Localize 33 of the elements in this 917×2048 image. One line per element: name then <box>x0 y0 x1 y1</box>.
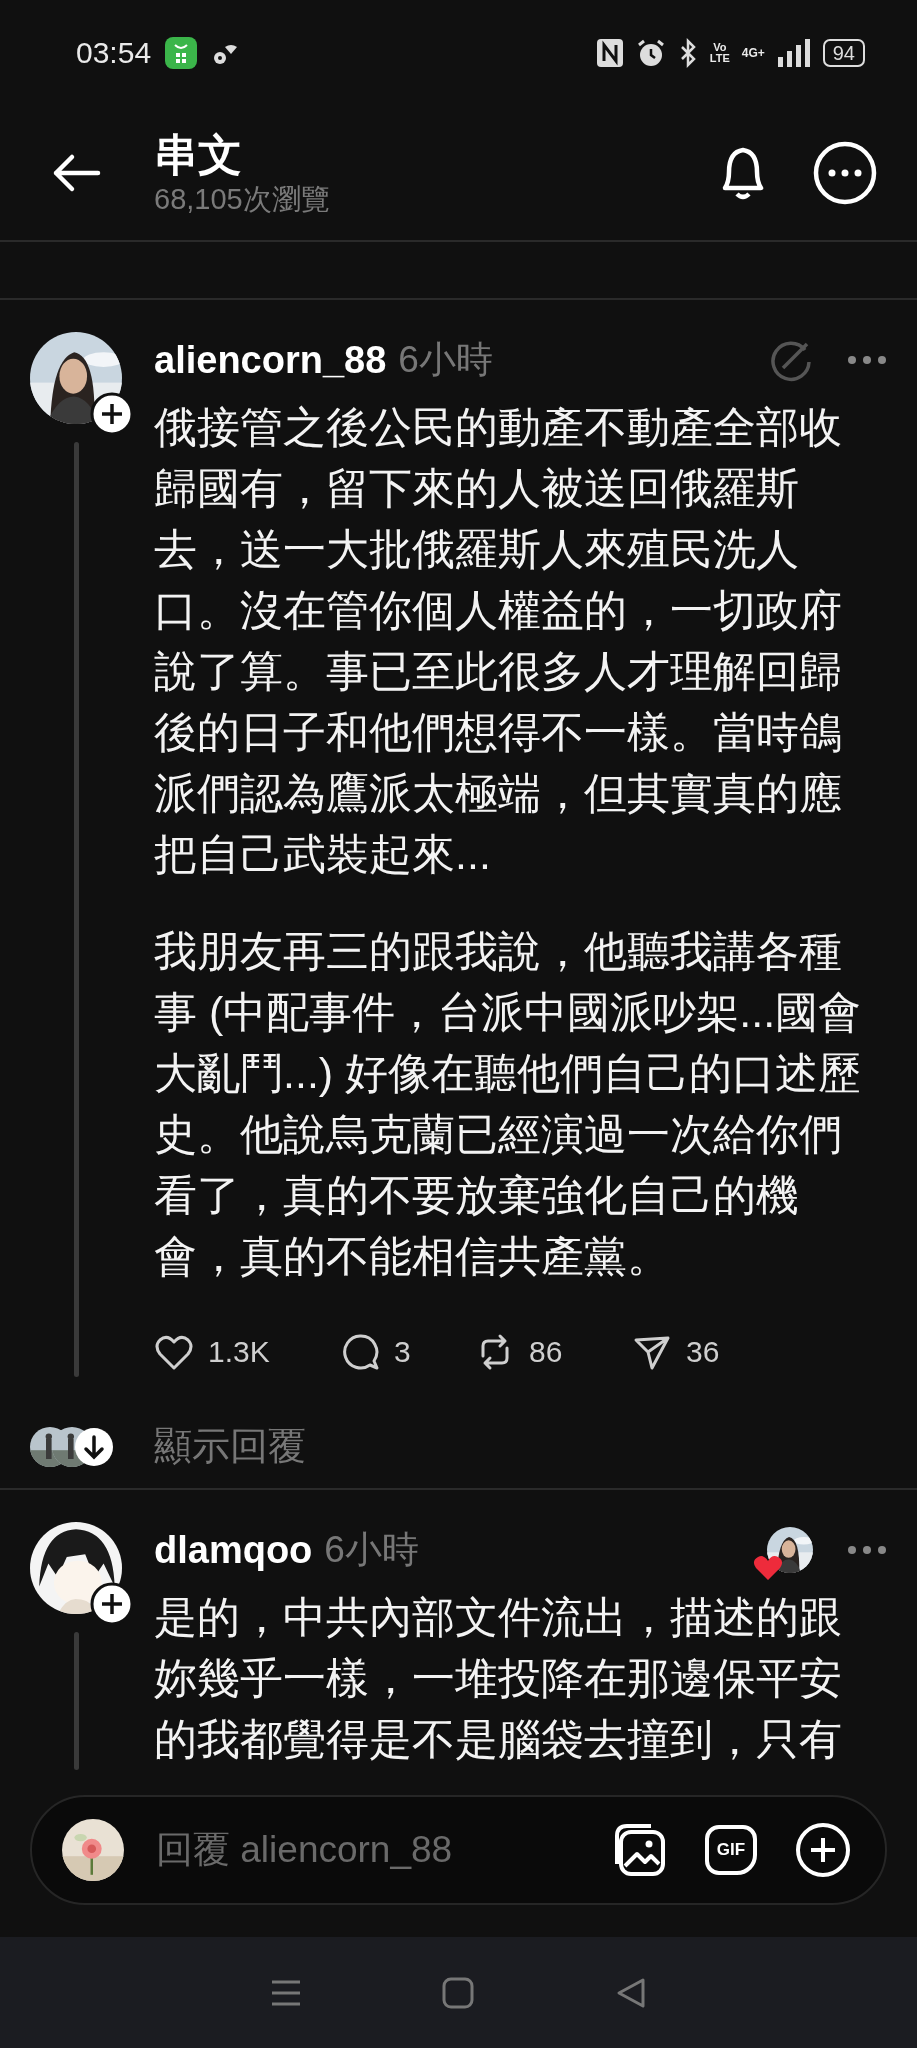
post-text: 俄接管之後公民的動產不動產全部收歸國有，留下來的人被送回俄羅斯去，送一大批俄羅斯人來殖民洗人口。沒在管你個人權益的，一切政府說了算。事已至此很多人才理解回歸後的日子和他們想得不一樣。當時鴿派們認為鷹派太極端，但其實真的應把自己武裝起來... <box>154 402 843 880</box>
back-triangle-icon[interactable] <box>614 1976 647 2009</box>
nfc-icon <box>595 37 624 68</box>
battery-level: 94 <box>822 38 865 67</box>
home-square-icon[interactable] <box>442 1976 475 2009</box>
username[interactable]: dlamqoo <box>154 1528 313 1572</box>
like-button[interactable]: 1.3K <box>154 1332 340 1372</box>
post-time: 6小時 <box>398 338 494 382</box>
follow-plus-icon[interactable] <box>90 392 134 436</box>
app-icon <box>165 36 198 69</box>
post-text: 我朋友再三的跟我說，他聽我講各種事 (中配事件，台派中國派吵架...國會大亂鬥...) 好像在聽他們自己的口述歷史。他說烏克蘭已經演過一次給你們看了，真的不要放棄強化自己的機會，真的不能相信共產黨。 <box>154 926 863 1282</box>
post-text: 是的，中共內部文件流出，描述的跟妳幾乎一樣，一堆投降在那邊保平安的我都覺得是不是腦袋去撞到，只有 <box>154 1592 843 1765</box>
signal-icon <box>776 38 811 67</box>
add-icon[interactable] <box>795 1822 851 1878</box>
clock-time: 03:54 <box>76 35 152 70</box>
comment-button[interactable]: 3 <box>340 1332 475 1372</box>
show-replies-link[interactable]: 顯示回覆 <box>154 1421 887 1472</box>
more-icon[interactable] <box>813 140 877 205</box>
gif-button[interactable]: GIF <box>705 1825 757 1875</box>
reply-field[interactable]: 回覆 aliencorn_88 <box>154 1828 611 1872</box>
repost-button[interactable]: 86 <box>475 1332 632 1372</box>
view-count: 68,105次瀏覽 <box>154 181 331 217</box>
comment-icon[interactable] <box>340 1332 380 1372</box>
more-dots-icon[interactable] <box>847 1545 887 1555</box>
follow-plus-icon[interactable] <box>90 1582 134 1626</box>
more-dots-icon[interactable] <box>847 355 887 365</box>
post-time: 6小時 <box>324 1528 420 1572</box>
page-title: 串文 <box>154 128 243 181</box>
alarm-icon <box>635 37 666 68</box>
username[interactable]: aliencorn_88 <box>154 338 387 382</box>
share-button[interactable]: 36 <box>632 1332 720 1372</box>
volte-label: Vo LTE <box>709 41 730 64</box>
network-label: 4G+ <box>741 45 765 60</box>
